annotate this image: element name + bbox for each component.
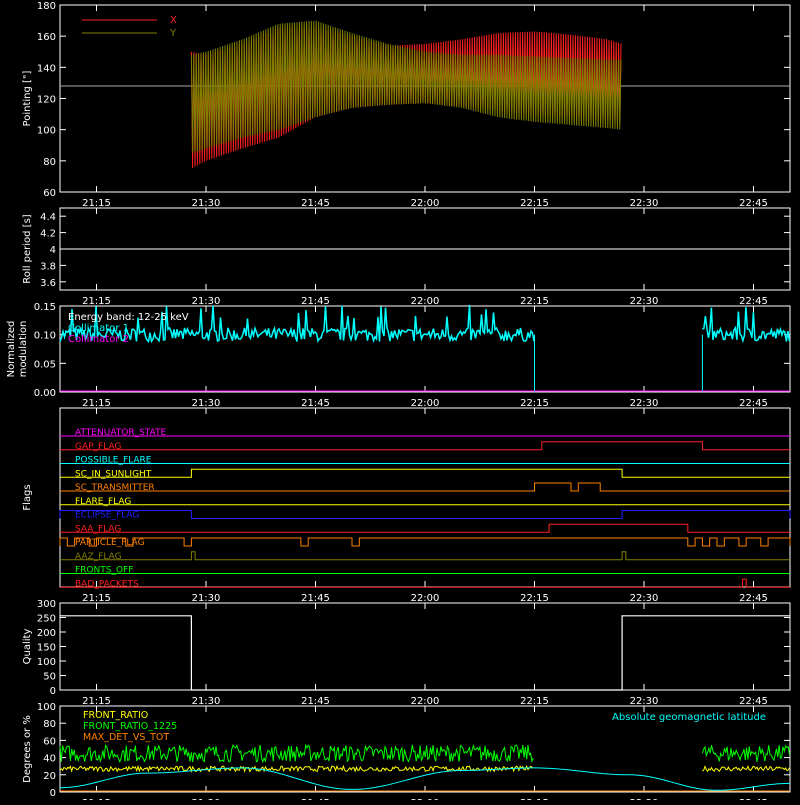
flag-label: PARTICLE_FLAG xyxy=(75,538,145,548)
flags-xtick-label: 22:15 xyxy=(520,593,549,604)
quality-xtick-label: 22:00 xyxy=(411,696,440,707)
roll-xtick-label: 22:00 xyxy=(411,296,440,307)
fronts-annotation: Absolute geomagnetic latitude xyxy=(612,712,766,723)
roll-ytick-label: 4 xyxy=(50,245,56,256)
flags-xtick-label: 22:30 xyxy=(630,593,659,604)
quality-ytick-label: 100 xyxy=(37,657,56,668)
flags-ylabel: Flags xyxy=(22,484,33,510)
pointing-ytick-label: 80 xyxy=(43,157,56,168)
roll-xtick-label: 21:45 xyxy=(301,296,330,307)
pointing-xtick-label: 21:30 xyxy=(192,198,221,209)
pointing-ytick-label: 180 xyxy=(37,1,56,12)
modulation-ytick-label: 0.05 xyxy=(34,359,56,370)
quality-ytick-label: 50 xyxy=(43,672,56,683)
roll-ytick-label: 3.6 xyxy=(40,278,56,289)
modulation-legend-label: Collimator 2 xyxy=(68,334,129,345)
roll-xtick-label: 22:45 xyxy=(739,296,768,307)
pointing-xtick-label: 22:15 xyxy=(520,198,549,209)
orbit-summary-chart: 21:15 21:30 21:45 22:00 22:15 22:30 22:45 Point… xyxy=(0,0,800,805)
modulation-ylabel: Normalized xyxy=(6,321,17,378)
roll-xtick-label: 21:15 xyxy=(82,296,111,307)
modulation-ytick-label: 0.10 xyxy=(34,331,56,342)
flags-xtick-label: 21:15 xyxy=(82,593,111,604)
modulation-xtick-label: 21:15 xyxy=(82,398,111,409)
modulation-xtick-label: 22:30 xyxy=(630,398,659,409)
quality-xtick-label: 22:15 xyxy=(520,696,549,707)
quality-xtick-label: 21:45 xyxy=(301,696,330,707)
pointing-xtick-label: 22:30 xyxy=(630,198,659,209)
roll-ylabel: Roll period [s] xyxy=(22,214,33,283)
quality-ytick-label: 0 xyxy=(50,686,56,697)
roll-ytick-label: 4.2 xyxy=(40,229,56,240)
pointing-xtick-label: 21:45 xyxy=(301,198,330,209)
modulation-legend-label: Energy band: 12-25 keV xyxy=(68,312,189,323)
fronts-legend-label: FRONT_RATIO xyxy=(83,710,148,721)
quality-xtick-label: 22:30 xyxy=(630,696,659,707)
pointing-xtick-label: 22:45 xyxy=(739,198,768,209)
quality-ytick-label: 200 xyxy=(37,628,56,639)
roll-ytick-label: 4.4 xyxy=(40,212,56,223)
quality-xtick-label: 21:15 xyxy=(82,696,111,707)
fronts-ytick-label: 0 xyxy=(50,788,56,799)
fronts-ylabel: Degrees or % xyxy=(22,715,33,783)
pointing-legend-label: X xyxy=(170,15,177,26)
quality-ylabel: Quality xyxy=(22,629,33,665)
pointing-ytick-label: 100 xyxy=(37,126,56,137)
roll-xtick-label: 22:15 xyxy=(520,296,549,307)
roll-xtick-label: 22:30 xyxy=(630,296,659,307)
modulation-xtick-label: 22:00 xyxy=(411,398,440,409)
fronts-legend-label: FRONT_RATIO_1225 xyxy=(83,721,177,732)
pointing-ytick-label: 140 xyxy=(37,63,56,74)
roll-xtick-label: 21:30 xyxy=(192,296,221,307)
quality-ytick-label: 250 xyxy=(37,614,56,625)
pointing-legend-label: Y xyxy=(169,28,177,39)
pointing-xtick-label: 22:00 xyxy=(411,198,440,209)
roll-ytick-label: 3.8 xyxy=(40,261,56,272)
quality-ytick-label: 150 xyxy=(37,643,56,654)
flags-xtick-label: 21:30 xyxy=(192,593,221,604)
quality-xtick-label: 22:45 xyxy=(739,696,768,707)
pointing-xtick-label: 21:15 xyxy=(82,198,111,209)
pointing-ytick-label: 120 xyxy=(37,95,56,106)
flags-xtick-label: 21:45 xyxy=(301,593,330,604)
pointing-ytick-label: 160 xyxy=(37,32,56,43)
fronts-ytick-label: 20 xyxy=(43,771,56,782)
modulation-ylabel: modulation xyxy=(18,321,29,378)
modulation-ytick-label: 0.00 xyxy=(34,388,56,399)
fronts-legend-label: MAX_DET_VS_TOT xyxy=(83,732,169,743)
modulation-ytick-label: 0.15 xyxy=(34,302,56,313)
modulation-xtick-label: 22:45 xyxy=(739,398,768,409)
flags-xtick-label: 22:45 xyxy=(739,593,768,604)
fronts-ytick-label: 40 xyxy=(43,754,56,765)
pointing-ylabel: Pointing ["] xyxy=(22,70,33,126)
flag-label: ECLIPSE_FLAG xyxy=(75,511,139,521)
fronts-ytick-label: 80 xyxy=(43,719,56,730)
modulation-legend-label: Collimator 1 xyxy=(68,323,129,334)
quality-xtick-label: 21:30 xyxy=(192,696,221,707)
quality-ytick-label: 300 xyxy=(37,599,56,610)
modulation-xtick-label: 21:45 xyxy=(301,398,330,409)
flags-xtick-label: 22:00 xyxy=(411,593,440,604)
pointing-ytick-label: 60 xyxy=(43,188,56,199)
fronts-ytick-label: 60 xyxy=(43,736,56,747)
fronts-ytick-label: 100 xyxy=(37,702,56,713)
modulation-xtick-label: 22:15 xyxy=(520,398,549,409)
chart-canvas: 21:15 21:30 21:45 22:00 22:15 22:30 22:45 Point… xyxy=(0,0,800,805)
modulation-xtick-label: 21:30 xyxy=(192,398,221,409)
